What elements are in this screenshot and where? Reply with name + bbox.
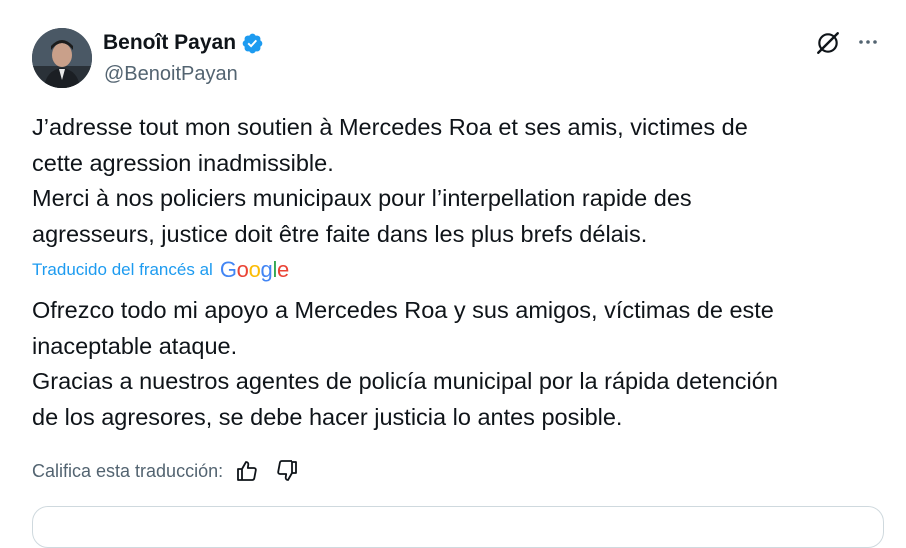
verified-badge-icon [242,33,263,53]
tweet-original-text: J’adresse tout mon soutien à Mercedes Ro… [32,114,748,247]
thumbs-up-icon[interactable] [235,459,259,483]
more-horizontal-icon[interactable] [856,30,880,54]
author-name[interactable]: Benoît Payan [103,30,264,56]
translated-by-link[interactable]: Traducido del francés al Google [32,258,289,282]
avatar[interactable] [32,28,92,88]
tweet-translated-text: Ofrezco todo mi apoyo a Mercedes Roa y s… [32,297,778,430]
rating-label: Califica esta traducción: [32,461,224,481]
google-logo: Google [219,257,289,282]
author-handle[interactable]: @BenoitPayan [104,62,238,86]
grok-icon[interactable] [815,30,841,56]
translation-rating: Califica esta traducción: [32,459,299,483]
translated-by-label: Traducido del francés al [32,260,213,279]
quoted-content-box[interactable] [32,506,884,548]
person-avatar-icon [32,28,92,88]
thumbs-down-icon[interactable] [275,459,299,483]
author-name-text[interactable]: Benoît Payan [103,30,236,56]
